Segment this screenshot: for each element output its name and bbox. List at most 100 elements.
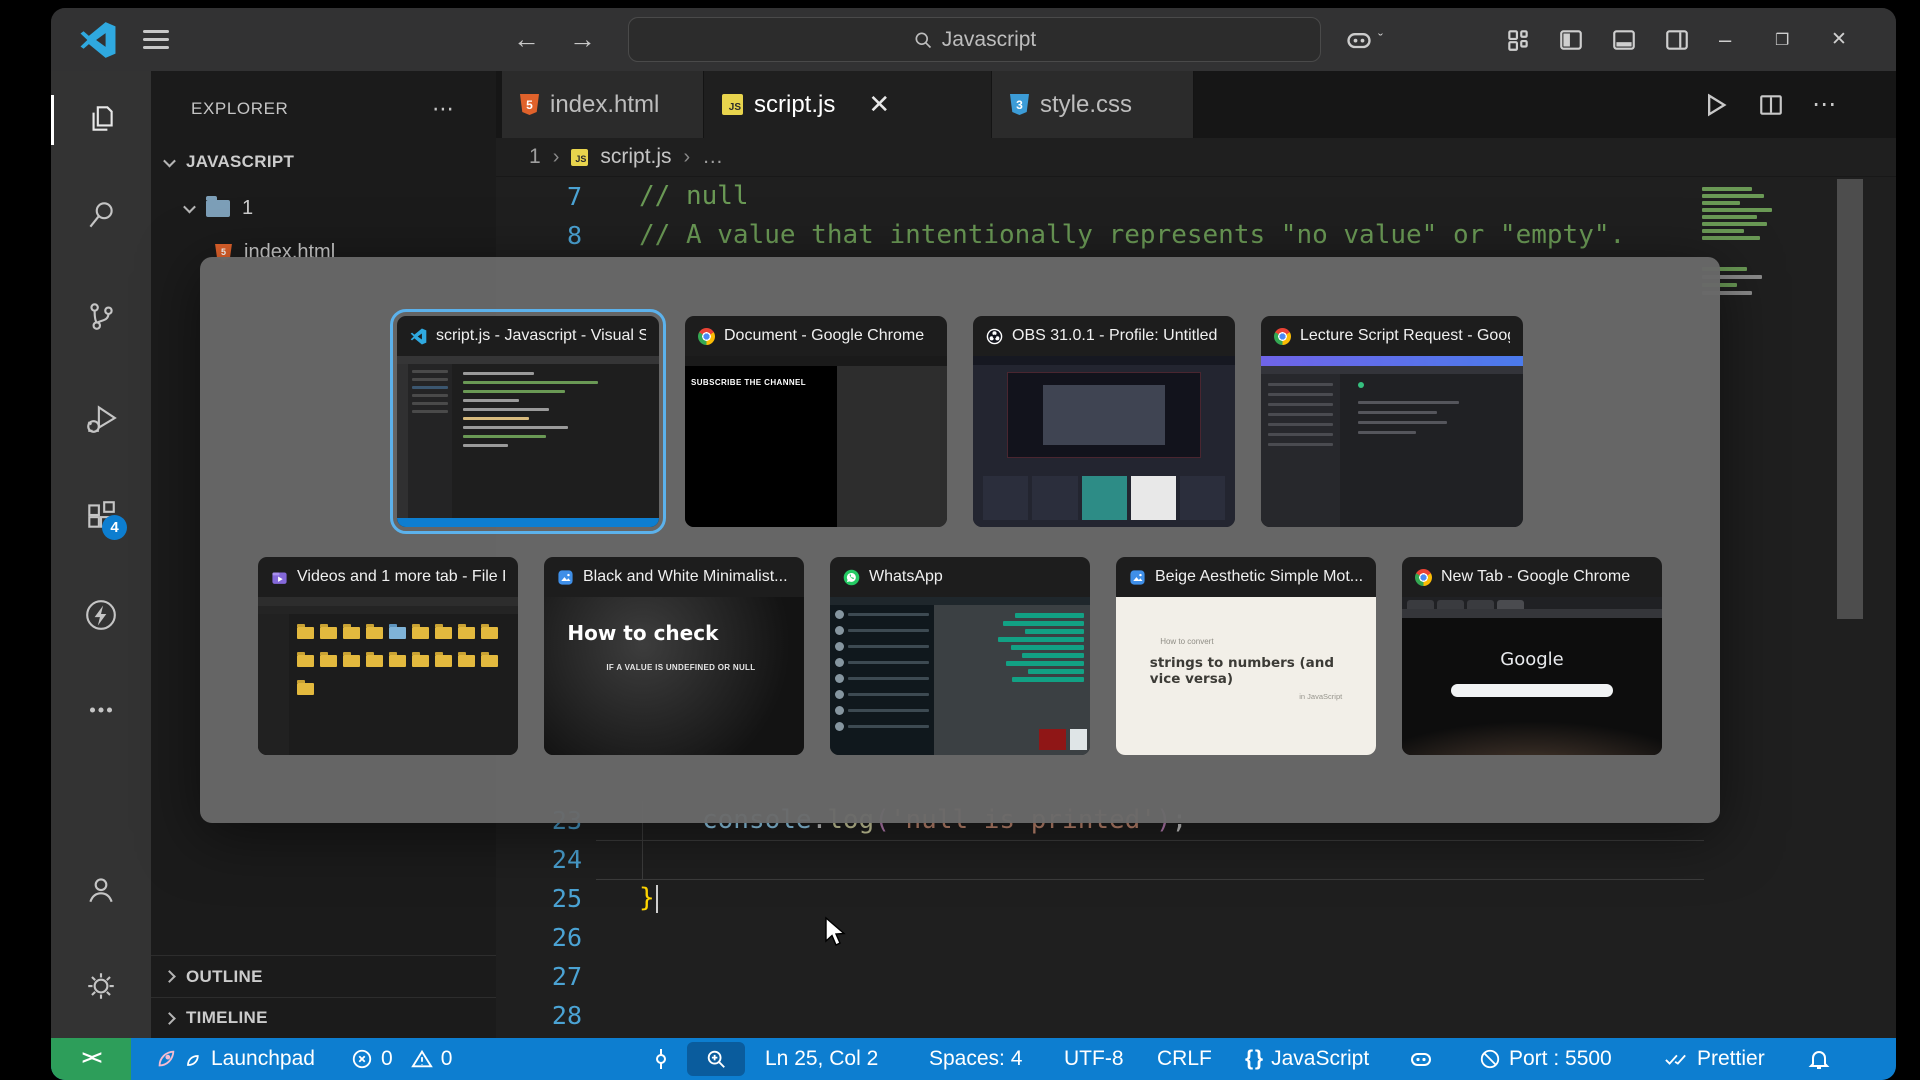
whatsapp-icon	[843, 569, 860, 586]
code-line[interactable]: 24	[496, 840, 1896, 879]
breadcrumb-root[interactable]: 1	[529, 145, 541, 169]
task-switcher-window[interactable]: script.js - Javascript - Visual St...	[397, 316, 659, 527]
explorer-more-actions-icon[interactable]: ⋯	[432, 96, 456, 122]
source-control-icon[interactable]	[84, 299, 118, 333]
tab-index-html[interactable]: 5 index.html	[502, 71, 704, 138]
customize-layout-icon[interactable]	[1505, 8, 1531, 71]
double-check-icon	[1663, 1048, 1689, 1070]
search-icon	[913, 30, 933, 50]
tab-label: index.html	[550, 91, 659, 119]
commit-indicator-icon[interactable]	[649, 1038, 673, 1080]
task-switcher-window[interactable]: WhatsApp	[830, 557, 1090, 755]
task-switcher-window[interactable]: Beige Aesthetic Simple Mot...How to conv…	[1116, 557, 1376, 755]
extensions-badge: 4	[102, 515, 127, 540]
folder-icon	[206, 200, 230, 217]
editor-more-actions-icon[interactable]: ⋯	[1812, 71, 1838, 138]
toggle-secondary-sidebar-icon[interactable]	[1664, 8, 1690, 71]
js-file-icon: JS	[722, 94, 743, 115]
toggle-primary-sidebar-icon[interactable]	[1558, 8, 1584, 71]
window-thumbnail-title: OBS 31.0.1 - Profile: Untitled -...	[973, 316, 1235, 356]
tab-script-js[interactable]: JS script.js ✕	[704, 71, 992, 138]
explorer-header: EXPLORER	[191, 99, 288, 119]
code-line[interactable]: 28	[496, 996, 1896, 1035]
folder-name: 1	[242, 197, 253, 220]
close-tab-icon[interactable]: ✕	[868, 89, 890, 120]
formatter-status[interactable]: Prettier	[1663, 1038, 1765, 1080]
account-icon[interactable]	[84, 872, 118, 906]
line-number: 27	[496, 957, 582, 996]
indentation-setting[interactable]: Spaces: 4	[929, 1038, 1022, 1080]
chrome-icon	[1415, 569, 1432, 586]
run-debug-icon[interactable]	[84, 401, 118, 435]
outline-section[interactable]: OUTLINE	[151, 955, 496, 997]
line-number: 26	[496, 918, 582, 957]
window-preview: Google	[1402, 597, 1662, 755]
forward-arrow-icon[interactable]: →	[569, 8, 596, 71]
cursor-position[interactable]: Ln 25, Col 2	[765, 1038, 878, 1080]
breadcrumb-symbol[interactable]: …	[702, 145, 723, 169]
window-title: Lecture Script Request - Goog...	[1300, 327, 1510, 345]
tab-bar: 5 index.html JS script.js ✕ 3 style.css …	[496, 71, 1896, 138]
warnings-icon	[411, 1048, 433, 1070]
more-views-icon[interactable]	[84, 693, 118, 727]
zoom-in-icon	[705, 1048, 727, 1070]
extensions-icon[interactable]: 4	[84, 498, 118, 532]
back-arrow-icon[interactable]: ←	[513, 8, 540, 71]
copilot-status-icon[interactable]	[1409, 1038, 1433, 1080]
code-line[interactable]: 7// null	[496, 177, 1896, 216]
window-thumbnail-title: New Tab - Google Chrome	[1402, 557, 1662, 597]
menu-icon[interactable]	[143, 8, 169, 71]
code-line[interactable]: 27	[496, 957, 1896, 996]
split-editor-icon[interactable]	[1758, 71, 1784, 138]
timeline-section[interactable]: TIMELINE	[151, 997, 496, 1038]
window-title: OBS 31.0.1 - Profile: Untitled -...	[1012, 327, 1222, 345]
task-switcher-window[interactable]: Black and White Minimalist...How to chec…	[544, 557, 804, 755]
editor-scrollbar[interactable]	[1837, 179, 1863, 619]
window-title: Videos and 1 more tab - File E...	[297, 568, 505, 586]
task-switcher-window[interactable]: Lecture Script Request - Goog...	[1261, 316, 1523, 527]
task-switcher-window[interactable]: New Tab - Google ChromeGoogle	[1402, 557, 1662, 755]
copilot-icon[interactable]: ˇ	[1345, 8, 1383, 71]
lightning-icon[interactable]	[84, 598, 118, 632]
vscode-logo-icon[interactable]	[79, 8, 117, 71]
language-mode[interactable]: { }JavaScript	[1245, 1038, 1369, 1080]
search-view-icon[interactable]	[84, 198, 118, 232]
settings-gear-icon[interactable]	[84, 969, 118, 1003]
task-switcher-window[interactable]: OBS 31.0.1 - Profile: Untitled -...	[973, 316, 1235, 527]
code-line[interactable]: 26	[496, 918, 1896, 957]
run-file-icon[interactable]	[1701, 71, 1729, 138]
encoding-setting[interactable]: UTF-8	[1064, 1038, 1124, 1080]
title-bar: ← → Javascript ˇ – ❐ ✕	[51, 8, 1896, 71]
task-switcher-window[interactable]: Videos and 1 more tab - File E...	[258, 557, 518, 755]
notifications-bell-icon[interactable]	[1807, 1038, 1831, 1080]
outline-label: OUTLINE	[186, 967, 263, 987]
minimize-icon[interactable]: –	[1719, 8, 1731, 71]
breadcrumb[interactable]: 1 › JS script.js › …	[496, 138, 1896, 177]
eol-setting[interactable]: CRLF	[1157, 1038, 1212, 1080]
window-title: script.js - Javascript - Visual St...	[436, 327, 646, 345]
explorer-icon[interactable]	[84, 102, 118, 136]
code-line[interactable]: 25}	[496, 879, 1896, 918]
desktop: { "title_bar": { "search_query": "Javasc…	[0, 0, 1920, 1080]
close-icon[interactable]: ✕	[1831, 8, 1847, 71]
launchpad-button[interactable]: Launchpad	[155, 1038, 315, 1080]
window-preview	[973, 356, 1235, 527]
activity-bar: 4	[51, 71, 151, 1038]
remote-indicator[interactable]: ><	[51, 1038, 131, 1080]
live-server-port[interactable]: Port : 5500	[1479, 1038, 1612, 1080]
problems-indicator[interactable]: 0 0	[351, 1038, 452, 1080]
restore-icon[interactable]: ❐	[1775, 8, 1789, 71]
code-line[interactable]: 8// A value that intentionally represent…	[496, 216, 1896, 255]
task-switcher-window[interactable]: Document - Google ChromeSUBSCRIBE THE CH…	[685, 316, 947, 527]
window-preview	[830, 597, 1090, 755]
toggle-panel-icon[interactable]	[1611, 8, 1637, 71]
file-explorer-icon	[271, 569, 288, 586]
chevron-down-icon	[163, 154, 176, 167]
command-center-search[interactable]: Javascript	[628, 17, 1321, 62]
photos-icon	[1129, 569, 1146, 586]
workspace-section[interactable]: JAVASCRIPT	[151, 147, 496, 177]
breadcrumb-file[interactable]: script.js	[600, 145, 671, 169]
tree-item-folder[interactable]: 1	[151, 192, 496, 224]
zoom-indicator[interactable]	[687, 1042, 745, 1076]
tab-style-css[interactable]: 3 style.css	[992, 71, 1194, 138]
